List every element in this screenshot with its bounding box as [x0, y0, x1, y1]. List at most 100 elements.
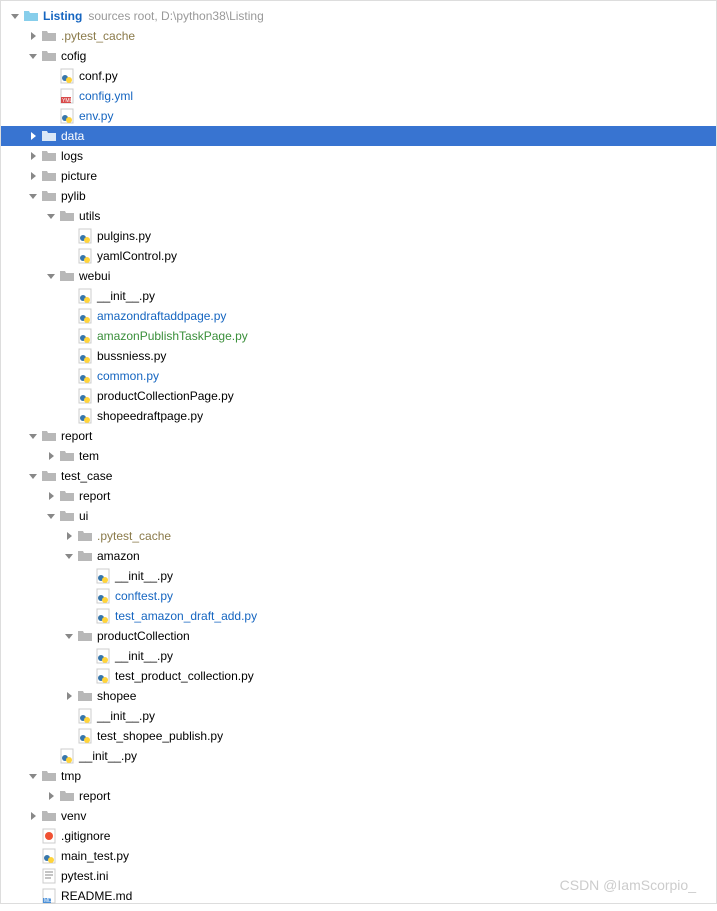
tree-row[interactable]: webui — [1, 266, 716, 286]
tree-row[interactable]: productCollectionPage.py — [1, 386, 716, 406]
chevron-down-icon[interactable] — [45, 210, 57, 222]
tree-row[interactable]: conftest.py — [1, 586, 716, 606]
tree-row[interactable]: amazondraftaddpage.py — [1, 306, 716, 326]
tree-row[interactable]: yamlControl.py — [1, 246, 716, 266]
tree-row[interactable]: test_amazon_draft_add.py — [1, 606, 716, 626]
chevron-right-icon[interactable] — [27, 810, 39, 822]
chevron-down-icon[interactable] — [63, 630, 75, 642]
tree-row[interactable]: utils — [1, 206, 716, 226]
chevron-right-icon[interactable] — [27, 170, 39, 182]
tree-row[interactable]: amazon — [1, 546, 716, 566]
tree-item-label: Listing — [43, 9, 82, 23]
arrow-placeholder — [63, 410, 75, 422]
tree-row[interactable]: report — [1, 426, 716, 446]
chevron-down-icon[interactable] — [45, 510, 57, 522]
tree-row[interactable]: pylib — [1, 186, 716, 206]
chevron-right-icon[interactable] — [45, 450, 57, 462]
python-file-icon — [77, 388, 93, 404]
chevron-down-icon[interactable] — [27, 770, 39, 782]
tree-row[interactable]: env.py — [1, 106, 716, 126]
chevron-right-icon[interactable] — [45, 490, 57, 502]
chevron-down-icon[interactable] — [9, 10, 21, 22]
tree-row[interactable]: shopeedraftpage.py — [1, 406, 716, 426]
chevron-down-icon[interactable] — [27, 430, 39, 442]
project-tree[interactable]: Listing sources root, D:\python38\Listing… — [1, 1, 716, 911]
tree-row[interactable]: conf.py — [1, 66, 716, 86]
tree-row[interactable]: cofig — [1, 46, 716, 66]
folder-icon — [41, 428, 57, 444]
tree-row[interactable]: test_product_collection.py — [1, 666, 716, 686]
chevron-right-icon[interactable] — [45, 790, 57, 802]
tree-item-label: .gitignore — [61, 829, 110, 843]
python-file-icon — [77, 228, 93, 244]
tree-row[interactable]: report — [1, 786, 716, 806]
tree-row[interactable]: amazonPublishTaskPage.py — [1, 326, 716, 346]
arrow-placeholder — [63, 390, 75, 402]
chevron-down-icon[interactable] — [63, 550, 75, 562]
tree-item-label: productCollectionPage.py — [97, 389, 234, 403]
tree-row[interactable]: YMLconfig.yml — [1, 86, 716, 106]
chevron-right-icon[interactable] — [27, 150, 39, 162]
folder-icon — [59, 488, 75, 504]
chevron-down-icon[interactable] — [27, 190, 39, 202]
tree-row[interactable]: report — [1, 486, 716, 506]
tree-row[interactable]: __init__.py — [1, 286, 716, 306]
tree-item-label: amazon — [97, 549, 140, 563]
chevron-down-icon[interactable] — [45, 270, 57, 282]
tree-item-label: .pytest_cache — [97, 529, 171, 543]
tree-row[interactable]: main_test.py — [1, 846, 716, 866]
tree-item-label: test_case — [61, 469, 112, 483]
chevron-down-icon[interactable] — [27, 470, 39, 482]
tree-item-label: picture — [61, 169, 97, 183]
tree-row[interactable]: .pytest_cache — [1, 26, 716, 46]
python-file-icon — [41, 848, 57, 864]
arrow-placeholder — [81, 590, 93, 602]
python-file-icon — [77, 288, 93, 304]
tree-item-label: conftest.py — [115, 589, 173, 603]
tree-row[interactable]: __init__.py — [1, 746, 716, 766]
tree-item-label: pylib — [61, 189, 86, 203]
tree-row[interactable]: Listing sources root, D:\python38\Listing — [1, 6, 716, 26]
python-file-icon — [95, 568, 111, 584]
tree-row[interactable]: test_shopee_publish.py — [1, 726, 716, 746]
tree-row[interactable]: picture — [1, 166, 716, 186]
tree-item-label: __init__.py — [115, 569, 173, 583]
tree-row[interactable]: ui — [1, 506, 716, 526]
chevron-down-icon[interactable] — [27, 50, 39, 62]
tree-row[interactable]: __init__.py — [1, 646, 716, 666]
chevron-right-icon[interactable] — [63, 690, 75, 702]
watermark: CSDN @IamScorpio_ — [560, 877, 696, 893]
tree-row[interactable]: shopee — [1, 686, 716, 706]
python-file-icon — [95, 588, 111, 604]
tree-row[interactable]: common.py — [1, 366, 716, 386]
chevron-right-icon[interactable] — [27, 30, 39, 42]
arrow-placeholder — [45, 750, 57, 762]
tree-row[interactable]: data — [1, 126, 716, 146]
tree-row[interactable]: .gitignore — [1, 826, 716, 846]
folder-icon — [59, 448, 75, 464]
markdown-file-icon: MD — [41, 888, 57, 904]
tree-item-label: report — [79, 489, 110, 503]
python-file-icon — [59, 68, 75, 84]
tree-row[interactable]: __init__.py — [1, 566, 716, 586]
tree-row[interactable]: venv — [1, 806, 716, 826]
tree-item-label: test_shopee_publish.py — [97, 729, 223, 743]
chevron-right-icon[interactable] — [63, 530, 75, 542]
arrow-placeholder — [63, 730, 75, 742]
tree-row[interactable]: .pytest_cache — [1, 526, 716, 546]
tree-row[interactable]: tem — [1, 446, 716, 466]
tree-row[interactable]: bussniess.py — [1, 346, 716, 366]
python-file-icon — [95, 648, 111, 664]
tree-item-label: yamlControl.py — [97, 249, 177, 263]
tree-item-hint: sources root, D:\python38\Listing — [88, 9, 263, 23]
tree-item-label: __init__.py — [97, 709, 155, 723]
tree-row[interactable]: tmp — [1, 766, 716, 786]
tree-row[interactable]: logs — [1, 146, 716, 166]
tree-row[interactable]: pulgins.py — [1, 226, 716, 246]
chevron-right-icon[interactable] — [27, 130, 39, 142]
tree-row[interactable]: productCollection — [1, 626, 716, 646]
tree-row[interactable]: __init__.py — [1, 706, 716, 726]
tree-row[interactable]: test_case — [1, 466, 716, 486]
python-file-icon — [77, 368, 93, 384]
tree-item-label: webui — [79, 269, 110, 283]
